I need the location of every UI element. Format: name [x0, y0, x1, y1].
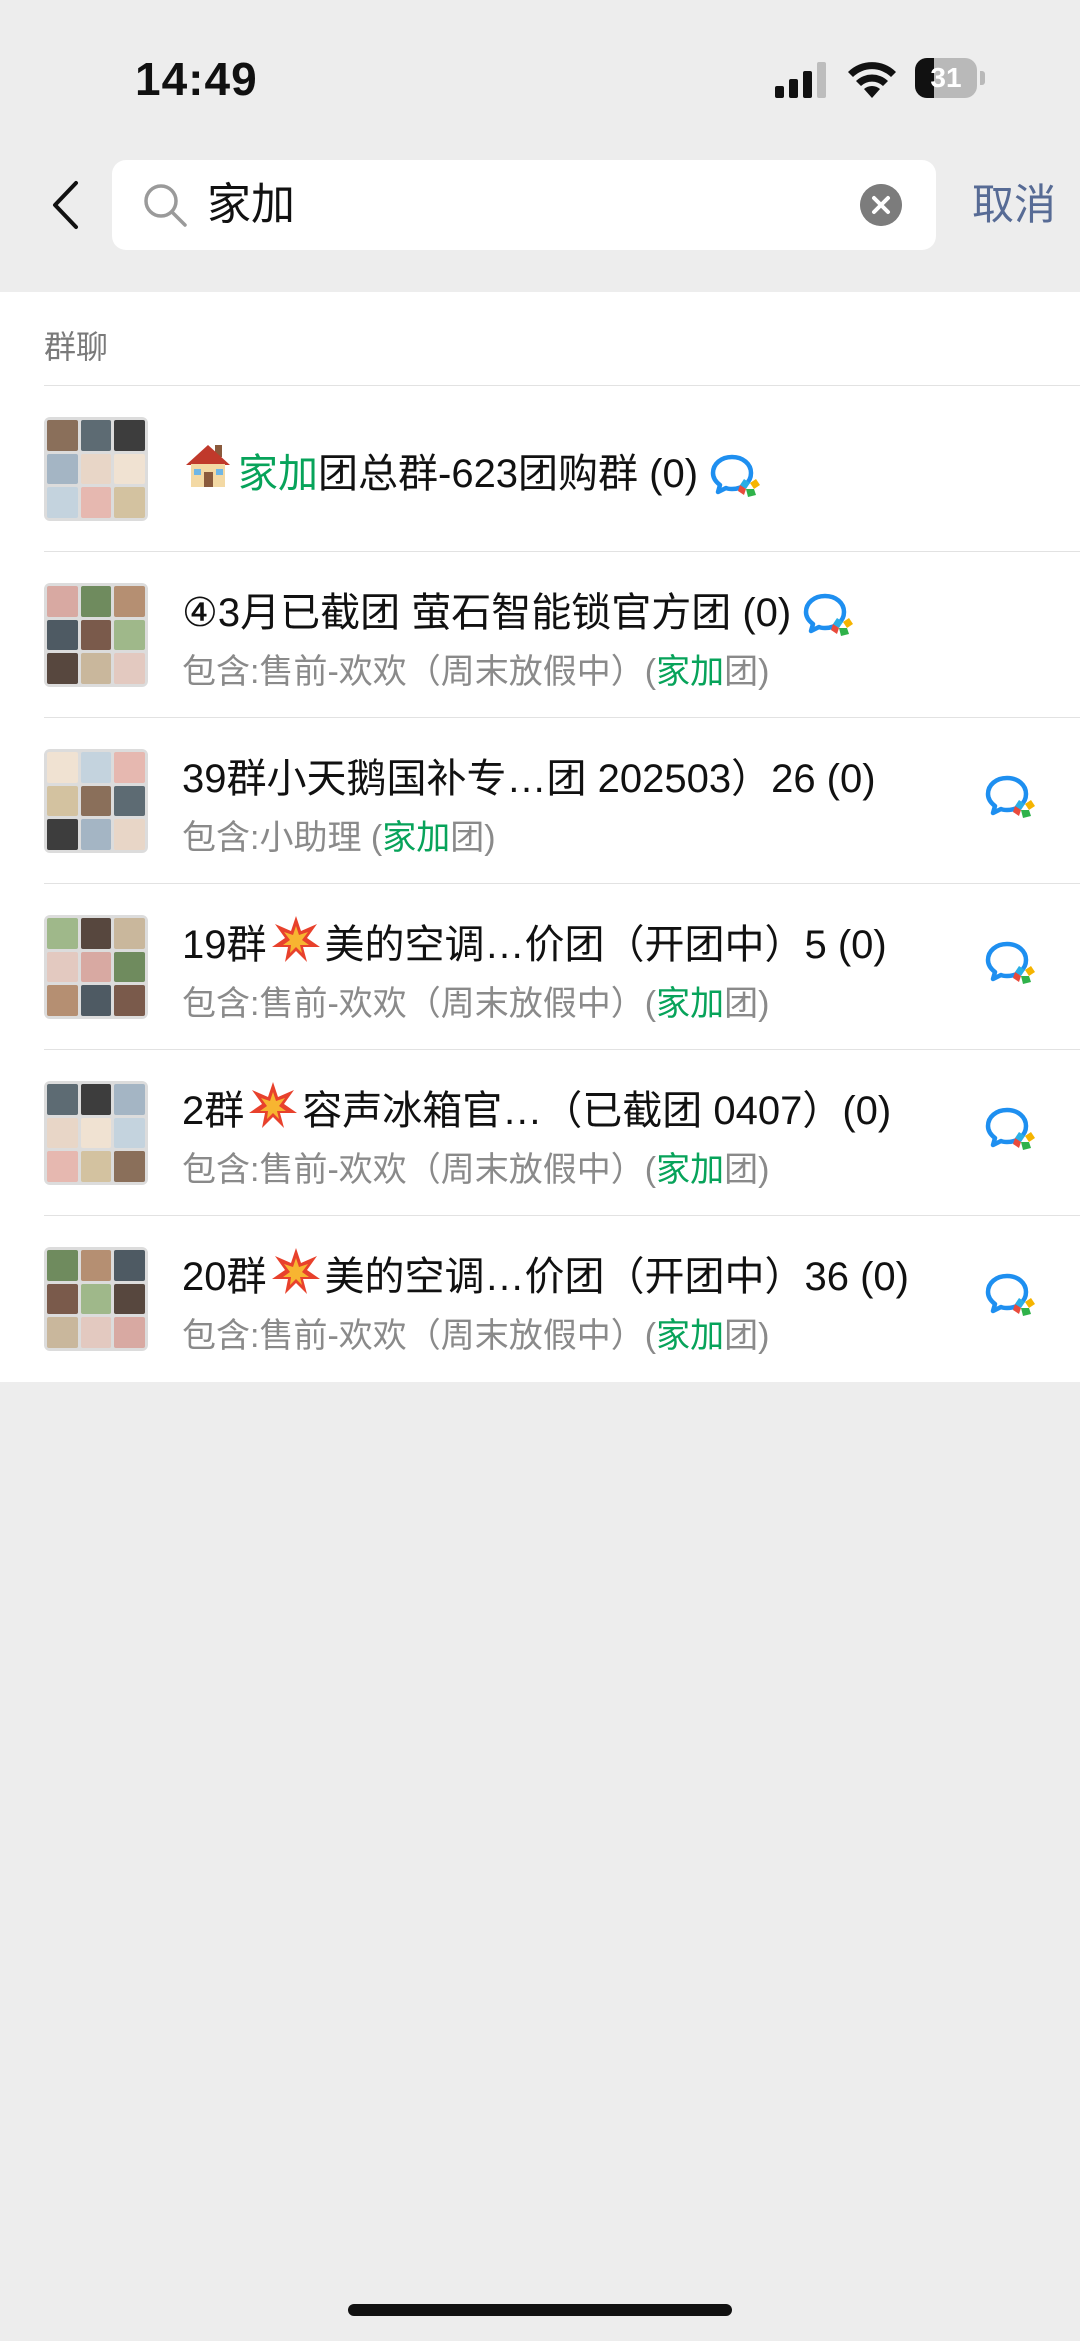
- text-part: 39群小天鹅国补专…团 202503）26 (0): [182, 757, 876, 801]
- text-part: 包含:售前-欢欢（周末放假中）(: [182, 1151, 657, 1189]
- text-part: 团): [724, 1151, 770, 1189]
- group-title: 39群小天鹅国补专…团 202503）26 (0): [182, 746, 876, 804]
- collision-icon: [271, 916, 320, 962]
- group-chat-result[interactable]: 家加团总群-623团购群 (0): [0, 386, 1080, 552]
- group-chat-result[interactable]: 20群 美的空调…价团（开团中）36 (0) 包含:售前-欢欢（周末放假中）(家加团…: [0, 1216, 1080, 1382]
- cancel-button[interactable]: 取消: [972, 170, 1056, 240]
- chevron-left-icon: [53, 181, 78, 229]
- text-part: 美的空调…价团（开团中）36 (0): [324, 1255, 910, 1299]
- group-chat-icon: [803, 594, 854, 637]
- battery-icon: 31: [915, 58, 985, 98]
- group-avatar: [44, 417, 148, 521]
- back-button[interactable]: [40, 170, 90, 240]
- group-avatar: [44, 1247, 148, 1351]
- text-part: 2群: [182, 1089, 245, 1133]
- text-part: 团): [724, 985, 770, 1023]
- group-chat-icon: [985, 941, 1035, 984]
- highlight-text: 家加: [656, 985, 725, 1023]
- group-chat-icon: [985, 1273, 1035, 1316]
- group-avatar: [44, 583, 148, 687]
- group-member-match: 包含:售前-欢欢（周末放假中）(家加团): [182, 1308, 769, 1357]
- highlight-text: 家加: [238, 452, 318, 496]
- highlight-text: 家加: [656, 1151, 725, 1189]
- text-part: 19群: [182, 923, 267, 967]
- text-part: 团总群-623团购群 (0): [318, 452, 699, 496]
- group-chat-result[interactable]: 39群小天鹅国补专…团 202503）26 (0) 包含:小助理 (家加团): [0, 718, 1080, 884]
- group-title: 2群 容声冰箱官…（已截团 0407）(0): [182, 1078, 891, 1136]
- group-title: 20群 美的空调…价团（开团中）36 (0): [182, 1244, 909, 1302]
- group-member-match: 包含:售前-欢欢（周末放假中）(家加团): [182, 976, 769, 1025]
- collision-icon: [271, 1248, 320, 1294]
- group-chat-result[interactable]: 2群 容声冰箱官…（已截团 0407）(0) 包含:售前-欢欢（周末放假中）(家加团…: [0, 1050, 1080, 1216]
- text-part: 包含:售前-欢欢（周末放假中）(: [182, 985, 657, 1023]
- text-part: 容声冰箱官…（已截团 0407）(0): [302, 1089, 892, 1133]
- group-chat-icon: [985, 1107, 1035, 1150]
- search-input[interactable]: 家加: [207, 160, 847, 250]
- text-part: 包含:售前-欢欢（周末放假中）(: [182, 1317, 657, 1355]
- group-member-match: 包含:售前-欢欢（周末放假中）(家加团): [182, 644, 769, 693]
- group-chat-result[interactable]: ④3月已截团 萤石智能锁官方团 (0) 包含:售前-欢欢（周末放假中）(家加团): [0, 552, 1080, 718]
- group-chat-result[interactable]: 19群 美的空调…价团（开团中）5 (0) 包含:售前-欢欢（周末放假中）(家加团): [0, 884, 1080, 1050]
- clear-icon[interactable]: [860, 184, 902, 226]
- status-bar: 14:49 31: [0, 0, 1080, 150]
- group-chat-icon: [985, 775, 1035, 818]
- text-part: ④3月已截团 萤石智能锁官方团 (0): [182, 591, 792, 635]
- search-icon: [144, 184, 187, 227]
- search-results: 群聊 家加团总群-623团购群 (0) ④3月已截团 萤石智能锁官方团 (0) 包含…: [0, 292, 1080, 1382]
- house-icon: [186, 445, 230, 487]
- text-part: 包含:售前-欢欢（周末放假中）(: [182, 653, 657, 691]
- status-time: 14:49: [135, 53, 258, 105]
- text-part: 美的空调…价团（开团中）5 (0): [324, 923, 887, 967]
- cellular-signal-icon: [775, 62, 826, 98]
- home-indicator: [348, 2304, 732, 2316]
- group-member-match: 包含:售前-欢欢（周末放假中）(家加团): [182, 1142, 769, 1191]
- highlight-text: 家加: [382, 819, 451, 857]
- group-avatar: [44, 1081, 148, 1185]
- group-avatar: [44, 915, 148, 1019]
- text-part: 团): [724, 1317, 770, 1355]
- section-header: 群聊: [44, 329, 109, 365]
- text-part: 包含:小助理 (: [182, 819, 383, 857]
- search-box[interactable]: 家加: [112, 160, 936, 250]
- group-avatar: [44, 749, 148, 853]
- text-part: 20群: [182, 1255, 267, 1299]
- collision-icon: [249, 1082, 298, 1128]
- battery-percent: 31: [930, 62, 962, 93]
- text-part: 团): [724, 653, 770, 691]
- group-title: 19群 美的空调…价团（开团中）5 (0): [182, 912, 887, 970]
- group-member-match: 包含:小助理 (家加团): [182, 810, 496, 859]
- group-title: ④3月已截团 萤石智能锁官方团 (0): [182, 580, 857, 638]
- highlight-text: 家加: [656, 653, 725, 691]
- group-title: 家加团总群-623团购群 (0): [182, 439, 764, 499]
- group-chat-icon: [710, 455, 761, 498]
- wifi-icon: [848, 62, 896, 98]
- highlight-text: 家加: [656, 1317, 725, 1355]
- text-part: 团): [450, 819, 496, 857]
